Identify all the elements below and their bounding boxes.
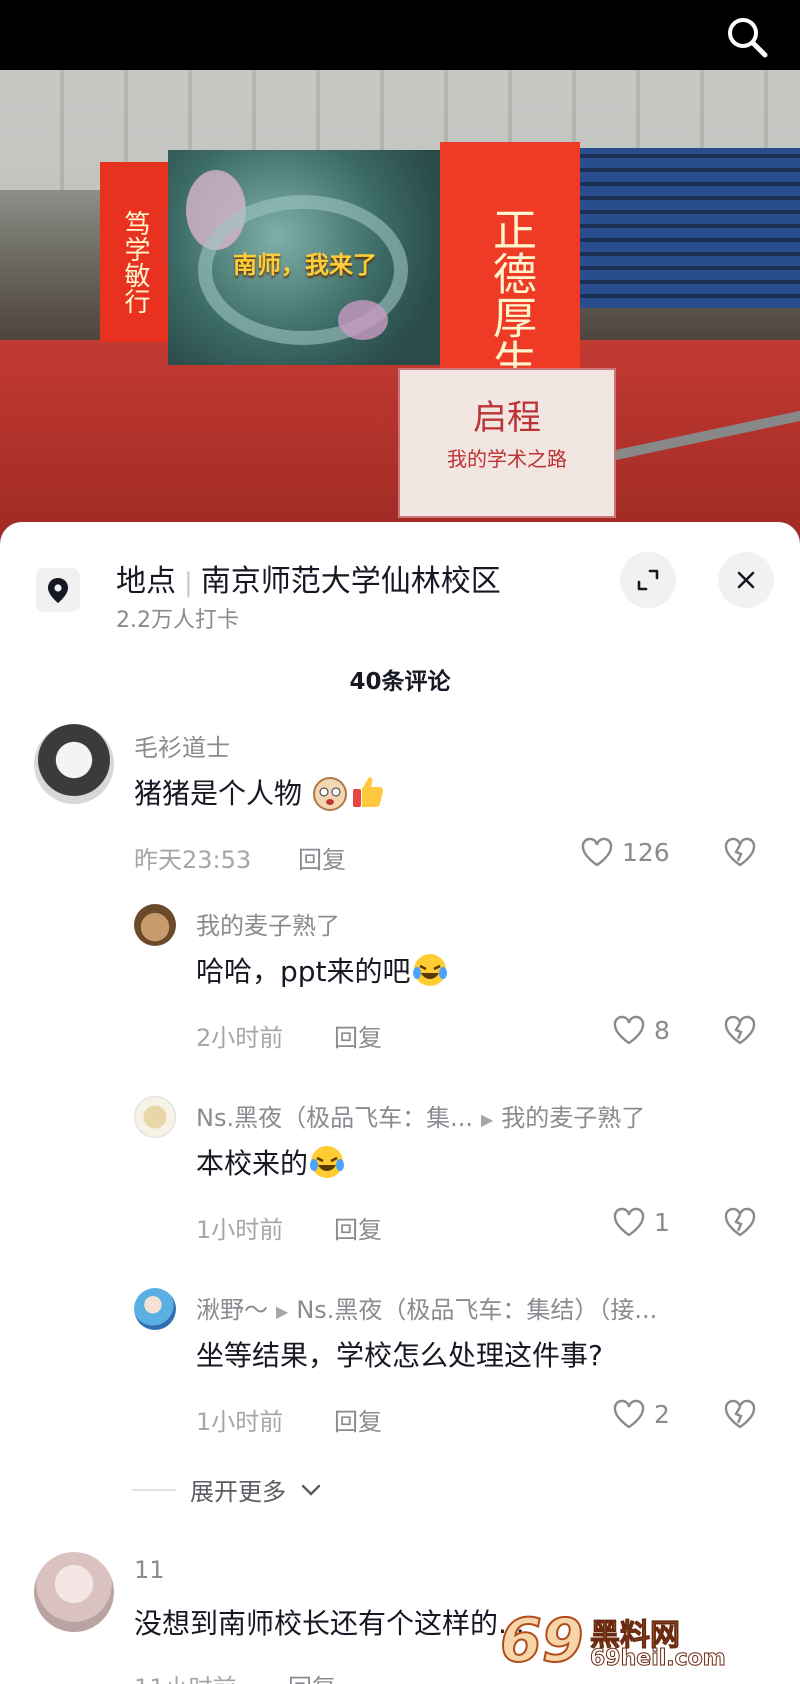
comment-text: 本校来的: [196, 1142, 346, 1182]
comment-username[interactable]: 毛衫道士: [134, 728, 230, 763]
reply-button[interactable]: 回复: [288, 1668, 336, 1684]
photo-main-screen: 南师，我来了: [168, 150, 442, 365]
reply-arrow-icon: ▶: [276, 1301, 289, 1321]
comment-time: 昨天23:53: [134, 846, 252, 874]
photo-right-screen-text: 正德厚生: [485, 206, 536, 383]
comment-count: 40条评论: [349, 669, 451, 695]
thumbs-up-emoji-icon: [349, 773, 387, 811]
like-button[interactable]: 1: [612, 1206, 670, 1238]
like-button[interactable]: 126: [580, 836, 670, 868]
like-button[interactable]: 2: [612, 1398, 670, 1430]
comment-text-content: 本校来的: [196, 1147, 309, 1180]
comment-text: 哈哈，ppt来的吧: [196, 950, 449, 990]
photo-banner-title: 启程: [473, 398, 541, 438]
like-count: 2: [654, 1399, 670, 1429]
avatar[interactable]: [134, 904, 176, 946]
dislike-button[interactable]: [722, 1398, 758, 1434]
comment-text: 没想到南师校长还有个这样的...: [134, 1607, 525, 1640]
watermark-url: 69heil.com: [590, 1646, 727, 1672]
expand-icon: [637, 569, 659, 591]
heart-icon: [613, 1015, 645, 1045]
top-bar: [0, 0, 800, 70]
comment-time: 1小时前: [196, 1408, 284, 1436]
broken-heart-icon: [724, 1015, 756, 1045]
location-label: 地点: [116, 564, 176, 599]
divider: [132, 1488, 176, 1491]
comment-text-content: 哈哈，ppt来的吧: [196, 955, 411, 988]
heart-icon: [581, 837, 613, 867]
comment-username[interactable]: 湫野～: [196, 1296, 268, 1324]
comment-username[interactable]: Ns.黑夜（极品飞车：集...: [196, 1104, 473, 1132]
search-icon[interactable]: [724, 14, 770, 60]
dislike-button[interactable]: [722, 836, 758, 872]
expand-more-replies[interactable]: 展开更多: [132, 1472, 322, 1507]
location-pin-icon: [36, 568, 80, 612]
photo-banner: 启程 我的学术之路: [398, 368, 616, 518]
broken-heart-icon: [724, 837, 756, 867]
close-button[interactable]: [718, 552, 774, 608]
avatar[interactable]: [134, 1288, 176, 1330]
comment-time: 1小时前: [196, 1216, 284, 1244]
broken-heart-icon: [724, 1207, 756, 1237]
heart-icon: [613, 1207, 645, 1237]
like-count: 1: [654, 1207, 670, 1237]
photo-stadium-seats: [570, 148, 800, 308]
location-separator: |: [184, 568, 193, 598]
comment-username[interactable]: 11: [134, 1556, 165, 1584]
comment-text: 坐等结果，学校怎么处理这件事?: [196, 1339, 603, 1372]
location-checkins: 2.2万人打卡: [116, 608, 239, 633]
post-photo[interactable]: 笃学敏行 南师，我来了 正德厚生 启程 我的学术之路: [0, 70, 800, 540]
photo-blossom: [338, 300, 388, 340]
like-button[interactable]: 8: [612, 1014, 670, 1046]
avatar[interactable]: [134, 1096, 176, 1138]
dislike-button[interactable]: [722, 1014, 758, 1050]
reply-button[interactable]: 回复: [334, 1210, 382, 1245]
reply-button[interactable]: 回复: [298, 840, 346, 875]
like-count: 126: [622, 837, 670, 867]
heart-icon: [613, 1399, 645, 1429]
reply-button[interactable]: 回复: [334, 1018, 382, 1053]
laughing-tears-emoji-icon: [411, 951, 449, 989]
reply-arrow-icon: ▶: [480, 1109, 494, 1129]
reply-button[interactable]: 回复: [334, 1402, 382, 1437]
watermark-logo: 69 黑料网 69heil.com: [499, 1605, 780, 1677]
avatar[interactable]: [34, 724, 114, 804]
photo-banner-subtitle: 我的学术之路: [447, 447, 567, 471]
comment-username-line: 湫野～ ▶ Ns.黑夜（极品飞车：集结）（接...: [196, 1290, 657, 1325]
expand-button[interactable]: [620, 552, 676, 608]
like-count: 8: [654, 1015, 670, 1045]
avatar[interactable]: [34, 1552, 114, 1632]
comment-text-content: 猪猪是个人物: [134, 777, 303, 810]
surprised-cat-emoji-icon: [311, 773, 349, 811]
comment-sheet: 地点 | 南京师范大学仙林校区 2.2万人打卡 40条评论 毛衫道士 猪猪是个人物 …: [0, 522, 800, 1684]
photo-left-screen: 笃学敏行: [100, 162, 170, 342]
comment-time: 11小时前: [134, 1668, 237, 1684]
broken-heart-icon: [724, 1399, 756, 1429]
location-name: 南京师范大学仙林校区: [200, 564, 501, 599]
photo-screen-caption: 南师，我来了: [233, 250, 377, 279]
comment-time: 2小时前: [196, 1024, 284, 1052]
reply-target-username[interactable]: 我的麦子熟了: [501, 1104, 645, 1132]
expand-more-label: 展开更多: [190, 1478, 286, 1506]
laughing-tears-emoji-icon: [308, 1143, 346, 1181]
comment-text: 猪猪是个人物: [134, 772, 387, 812]
close-icon: [737, 571, 755, 589]
chevron-down-icon: [301, 1484, 321, 1496]
location-title[interactable]: 地点 | 南京师范大学仙林校区: [116, 556, 501, 600]
comment-username[interactable]: 我的麦子熟了: [196, 906, 340, 941]
comment-username-line: Ns.黑夜（极品飞车：集... ▶ 我的麦子熟了: [196, 1098, 645, 1133]
reply-target-username[interactable]: Ns.黑夜（极品飞车：集结）（接...: [296, 1296, 657, 1324]
dislike-button[interactable]: [722, 1206, 758, 1242]
watermark-number: 69: [499, 1605, 584, 1677]
